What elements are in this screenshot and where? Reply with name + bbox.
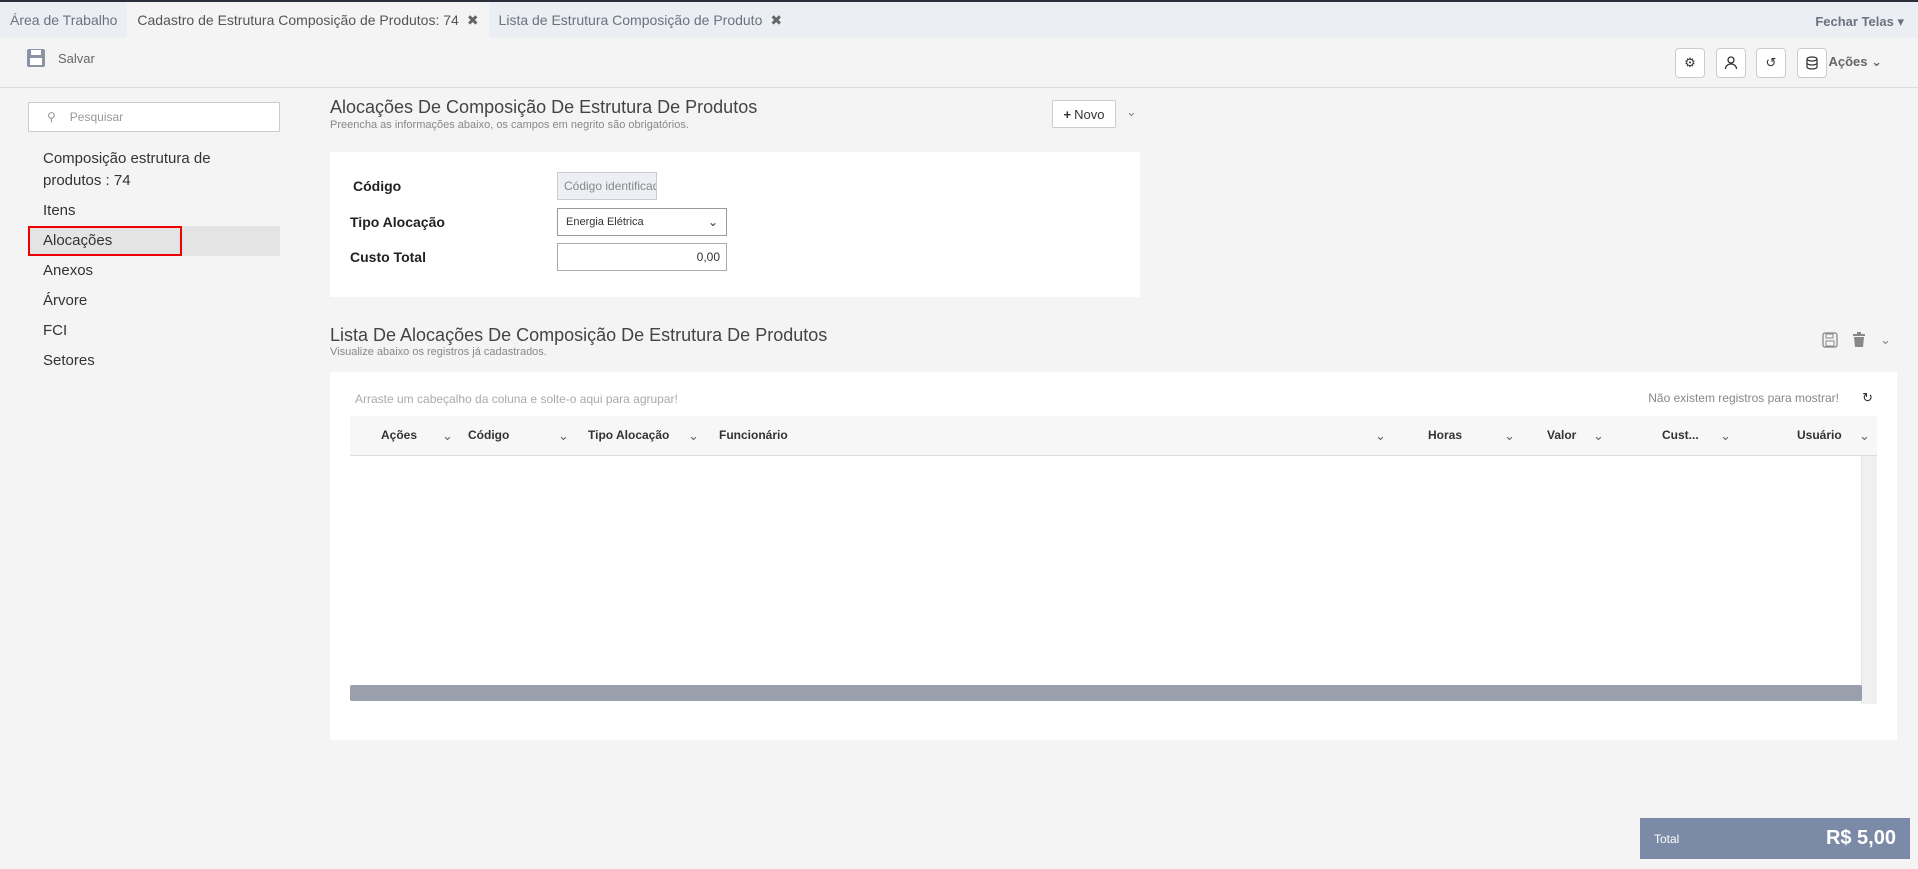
tab-area-de-trabalho[interactable]: Área de Trabalho: [0, 2, 127, 38]
history-button[interactable]: ↺: [1756, 48, 1786, 78]
sidebar: ⚲ Pesquisar Composição estrutura de prod…: [28, 102, 280, 376]
search-input[interactable]: ⚲ Pesquisar: [28, 102, 280, 132]
sidebar-item-itens[interactable]: Itens: [28, 196, 280, 226]
list-title: Lista De Alocações De Composição De Estr…: [330, 325, 828, 345]
chevron-down-icon[interactable]: ⌄: [688, 428, 699, 444]
column-header-custo[interactable]: Cust...: [1662, 428, 1699, 442]
custo-total-input[interactable]: 0,00: [557, 243, 727, 271]
tab-label: Área de Trabalho: [10, 12, 118, 28]
column-header-usuario[interactable]: Usuário: [1797, 428, 1842, 442]
save-icon: [27, 49, 45, 67]
custo-total-label: Custo Total: [350, 249, 426, 265]
column-header-tipo-alocacao[interactable]: Tipo Alocação: [588, 428, 669, 442]
toolbar: Salvar ⚙ ↺ Ações ⌄: [0, 38, 1918, 88]
chevron-down-icon[interactable]: ⌄: [1593, 428, 1604, 444]
fechar-telas-label: Fechar Telas: [1815, 14, 1894, 29]
fechar-telas-button[interactable]: Fechar Telas ▾: [1815, 14, 1904, 30]
tab-bar: Área de Trabalho Cadastro de Estrutura C…: [0, 2, 1918, 38]
grid-header: Ações ⌄ Código ⌄ Tipo Alocação ⌄ Funcion…: [350, 416, 1877, 456]
chevron-down-icon[interactable]: ⌄: [1504, 428, 1515, 444]
close-icon[interactable]: ✖: [467, 12, 479, 29]
tab-lista-estrutura[interactable]: Lista de Estrutura Composição de Produto…: [489, 2, 793, 38]
form-title: Alocações De Composição De Estrutura De …: [330, 97, 758, 117]
form-subtitle: Preencha as informações abaixo, os campo…: [330, 119, 689, 131]
plus-icon: +: [1063, 106, 1072, 122]
form-card: Código Código identificador Tipo Alocaçã…: [330, 152, 1140, 297]
close-icon[interactable]: ✖: [770, 12, 782, 29]
column-header-valor[interactable]: Valor: [1547, 428, 1576, 442]
codigo-input[interactable]: Código identificador: [557, 172, 657, 200]
database-button[interactable]: [1797, 48, 1827, 78]
list-tools: ⌄: [1822, 332, 1891, 348]
gear-icon: ⚙: [1684, 55, 1696, 70]
column-header-funcionario[interactable]: Funcionário: [719, 428, 788, 442]
save-icon[interactable]: [1822, 332, 1838, 348]
sidebar-item-alocacoes[interactable]: Alocações: [28, 226, 280, 256]
settings-button[interactable]: ⚙: [1675, 48, 1705, 78]
total-box: Total R$ 5,00: [1640, 818, 1910, 859]
tab-cadastro-estrutura[interactable]: Cadastro de Estrutura Composição de Prod…: [127, 2, 489, 38]
chevron-down-icon[interactable]: ⌄: [1880, 332, 1891, 348]
tipo-alocacao-value: Energia Elétrica: [566, 216, 644, 228]
tipo-alocacao-select[interactable]: Energia Elétrica ⌄: [557, 208, 727, 236]
history-icon: ↺: [1765, 55, 1777, 70]
tab-label: Lista de Estrutura Composição de Produto: [498, 12, 763, 28]
acoes-label: Ações: [1828, 54, 1868, 69]
grid-body: [350, 456, 1877, 704]
total-value: R$ 5,00: [1825, 827, 1896, 849]
search-icon: ⚲: [47, 110, 56, 124]
chevron-down-icon[interactable]: ⌄: [1720, 428, 1731, 444]
chevron-down-icon[interactable]: ⌄: [1859, 428, 1870, 444]
total-label: Total: [1654, 831, 1680, 846]
user-icon: [1724, 56, 1738, 70]
horizontal-scrollbar[interactable]: [350, 685, 1862, 701]
search-placeholder: Pesquisar: [69, 110, 124, 124]
codigo-label: Código: [353, 178, 402, 194]
column-header-acoes[interactable]: Ações: [381, 428, 417, 442]
save-button[interactable]: Salvar: [26, 48, 95, 68]
acoes-menu[interactable]: Ações ⌄: [1828, 54, 1882, 70]
user-button[interactable]: [1716, 48, 1746, 78]
group-hint: Arraste um cabeçalho da coluna e solte-o…: [355, 392, 678, 406]
sidebar-item-fci[interactable]: FCI: [28, 316, 280, 346]
trash-icon[interactable]: [1852, 332, 1866, 348]
column-header-horas[interactable]: Horas: [1428, 428, 1462, 442]
sidebar-item-composicao[interactable]: Composição estrutura de produtos : 74: [28, 144, 280, 196]
chevron-down-icon: ⌄: [707, 215, 718, 229]
novo-label: Novo: [1074, 106, 1105, 122]
tipo-alocacao-label: Tipo Alocação: [350, 214, 445, 230]
save-label: Salvar: [58, 50, 95, 66]
vertical-scrollbar[interactable]: [1861, 456, 1877, 704]
database-icon: [1806, 56, 1818, 70]
chevron-down-icon[interactable]: ⌄: [1375, 428, 1386, 444]
no-records-message: Não existem registros para mostrar!: [1648, 391, 1839, 405]
chevron-down-icon[interactable]: ⌄: [442, 428, 453, 444]
sidebar-item-setores[interactable]: Setores: [28, 346, 280, 376]
novo-button[interactable]: + Novo: [1052, 100, 1116, 128]
column-header-codigo[interactable]: Código: [468, 428, 509, 442]
highlight-box: [28, 226, 182, 256]
refresh-icon[interactable]: ↻: [1862, 390, 1873, 406]
sidebar-item-anexos[interactable]: Anexos: [28, 256, 280, 286]
list-subtitle: Visualize abaixo os registros já cadastr…: [330, 346, 547, 358]
data-grid: Arraste um cabeçalho da coluna e solte-o…: [330, 372, 1897, 740]
sidebar-item-arvore[interactable]: Árvore: [28, 286, 280, 316]
chevron-down-icon[interactable]: ⌄: [1126, 104, 1137, 120]
tab-label: Cadastro de Estrutura Composição de Prod…: [137, 12, 459, 28]
chevron-down-icon[interactable]: ⌄: [558, 428, 569, 444]
